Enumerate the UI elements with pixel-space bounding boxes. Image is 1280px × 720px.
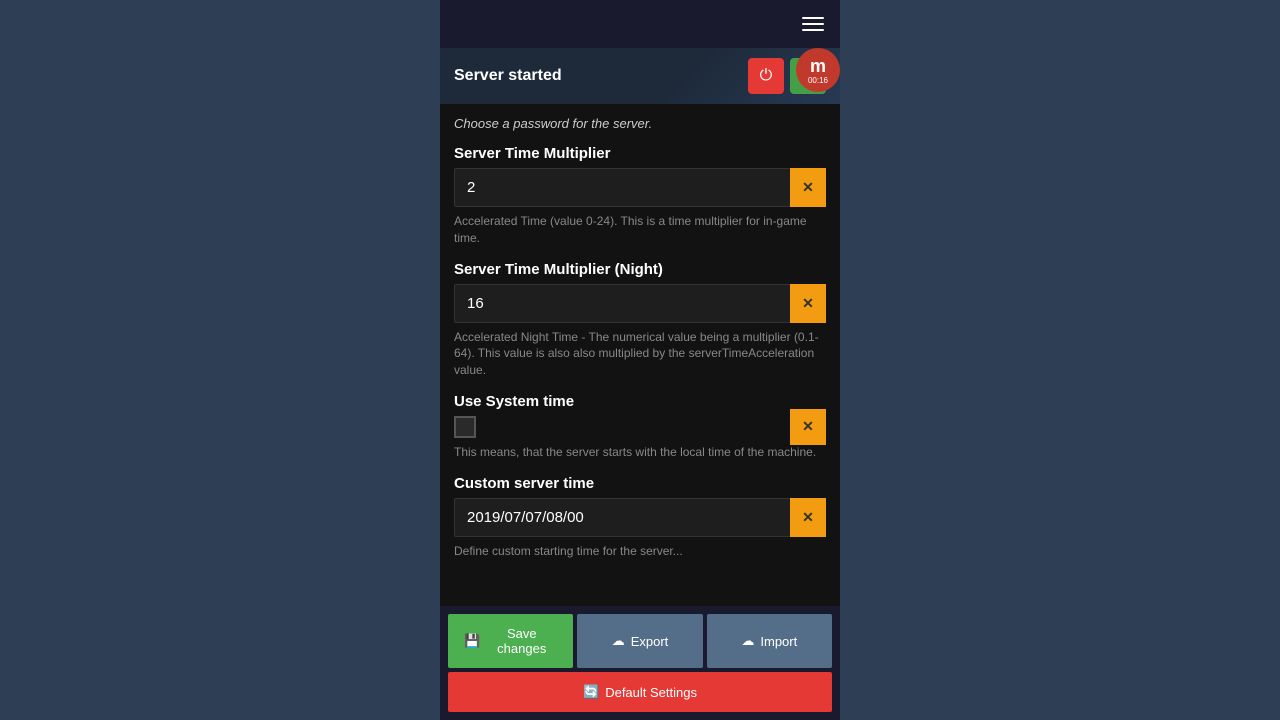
phone-container: Server started ⏻ ↻ m 00:16 Choose a pass…: [440, 0, 840, 720]
default-settings-label: Default Settings: [605, 685, 697, 700]
avatar-letter: m: [810, 56, 826, 77]
custom-server-time-description: Define custom starting time for the serv…: [454, 543, 826, 560]
export-icon: ☁: [612, 633, 625, 649]
custom-server-time-label: Custom server time: [454, 475, 826, 492]
save-changes-label: Save changes: [486, 626, 557, 656]
use-system-time-checkbox[interactable]: [454, 416, 476, 438]
export-button[interactable]: ☁ Export: [577, 614, 702, 668]
bottom-bar: 💾 Save changes ☁ Export ☁ Import 🔄 Defau…: [440, 606, 840, 720]
save-changes-button[interactable]: 💾 Save changes: [448, 614, 573, 668]
default-icon: 🔄: [583, 684, 599, 700]
power-button[interactable]: ⏻: [748, 58, 784, 94]
right-panel: [840, 0, 1280, 720]
server-time-multiplier-input[interactable]: [454, 168, 826, 207]
custom-server-time-input[interactable]: [454, 498, 826, 537]
button-row-2: 🔄 Default Settings: [448, 672, 832, 712]
clear-icon-3: ✕: [802, 418, 814, 435]
import-icon: ☁: [741, 633, 754, 649]
use-system-time-clear-button[interactable]: ✕: [790, 409, 826, 445]
use-system-time-description: This means, that the server starts with …: [454, 444, 826, 461]
avatar-timer: 00:16: [808, 77, 828, 85]
avatar-badge: m 00:16: [796, 48, 840, 92]
server-time-multiplier-night-description: Accelerated Night Time - The numerical v…: [454, 329, 826, 379]
clear-icon-2: ✕: [802, 295, 814, 312]
hamburger-line-2: [802, 23, 824, 25]
server-time-multiplier-label: Server Time Multiplier: [454, 145, 826, 162]
use-system-time-field: ✕: [454, 416, 826, 438]
export-label: Export: [631, 634, 669, 649]
server-header: Server started ⏻ ↻: [440, 48, 840, 104]
top-description: Choose a password for the server.: [454, 116, 826, 131]
save-icon: 💾: [464, 633, 480, 649]
hamburger-button[interactable]: [798, 13, 828, 35]
left-panel: [0, 0, 440, 720]
server-time-multiplier-night-field: ✕: [454, 284, 826, 323]
hamburger-line-1: [802, 17, 824, 19]
server-time-multiplier-night-input[interactable]: [454, 284, 826, 323]
use-system-time-checkbox-wrapper: ✕: [454, 416, 826, 438]
import-button[interactable]: ☁ Import: [707, 614, 832, 668]
content-area: Choose a password for the server. Server…: [440, 104, 840, 606]
import-label: Import: [760, 634, 797, 649]
server-time-multiplier-clear-button[interactable]: ✕: [790, 168, 826, 207]
clear-icon-1: ✕: [802, 179, 814, 196]
server-time-multiplier-field: ✕: [454, 168, 826, 207]
server-status-title: Server started: [454, 67, 562, 85]
server-time-multiplier-night-clear-button[interactable]: ✕: [790, 284, 826, 323]
server-time-multiplier-description: Accelerated Time (value 0-24). This is a…: [454, 213, 826, 247]
button-row-1: 💾 Save changes ☁ Export ☁ Import: [448, 614, 832, 668]
custom-server-time-field: ✕: [454, 498, 826, 537]
custom-server-time-clear-button[interactable]: ✕: [790, 498, 826, 537]
clear-icon-4: ✕: [802, 509, 814, 526]
server-time-multiplier-night-label: Server Time Multiplier (Night): [454, 261, 826, 278]
top-bar: [440, 0, 840, 48]
default-settings-button[interactable]: 🔄 Default Settings: [448, 672, 832, 712]
use-system-time-label: Use System time: [454, 393, 826, 410]
hamburger-line-3: [802, 29, 824, 31]
power-icon: ⏻: [760, 67, 773, 85]
